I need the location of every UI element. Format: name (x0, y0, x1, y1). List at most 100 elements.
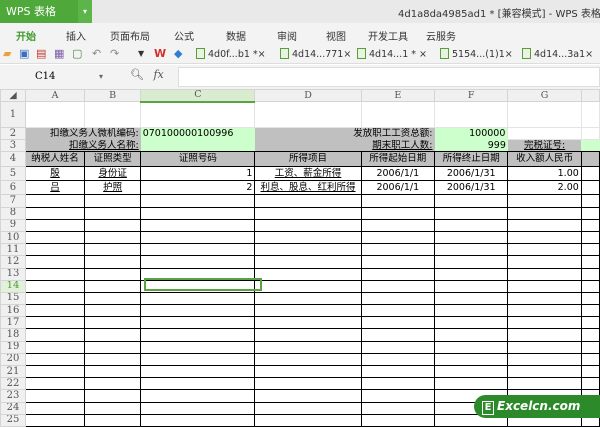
cell[interactable] (140, 340, 256, 354)
cell[interactable] (580, 126, 600, 141)
cell[interactable] (433, 316, 509, 330)
cell[interactable] (507, 218, 582, 232)
column-header-e[interactable]: E (360, 89, 436, 102)
select-all-corner[interactable]: ◢ (0, 89, 26, 102)
cell[interactable] (360, 279, 436, 293)
row-header[interactable]: 17 (0, 316, 26, 330)
cell[interactable] (433, 291, 509, 306)
cell[interactable] (24, 389, 86, 403)
chevron-down-icon[interactable]: ▾ (78, 0, 92, 23)
name-box[interactable]: C14 ▾ (0, 68, 125, 85)
row-header[interactable]: 10 (0, 230, 26, 245)
cell[interactable] (24, 218, 86, 232)
cell[interactable] (580, 364, 600, 379)
cell[interactable] (84, 401, 142, 415)
tab-review[interactable]: 审阅 (277, 28, 297, 43)
withholder-name-value[interactable] (140, 139, 255, 152)
row-header[interactable]: 8 (0, 206, 26, 220)
cell[interactable] (433, 328, 509, 342)
cell[interactable] (433, 279, 509, 293)
export-pdf-icon[interactable]: ▤ (36, 47, 46, 60)
cell[interactable] (84, 316, 142, 330)
cell[interactable] (507, 279, 582, 293)
cell[interactable] (24, 401, 86, 415)
cell[interactable] (360, 352, 436, 367)
total-wages-label[interactable]: 发放职工工资总额: (254, 127, 435, 140)
cell[interactable] (254, 194, 362, 208)
cell[interactable] (360, 401, 436, 415)
cell[interactable] (140, 304, 256, 318)
cell[interactable]: 工资、薪金所得 (254, 166, 362, 182)
cell[interactable] (254, 389, 362, 403)
cell[interactable] (433, 255, 509, 269)
cell[interactable] (84, 206, 142, 220)
cell[interactable] (84, 304, 142, 318)
row-header[interactable]: 13 (0, 267, 26, 281)
cell[interactable]: 殷 (24, 166, 86, 182)
cell[interactable] (24, 194, 86, 208)
row-header[interactable]: 22 (0, 377, 26, 391)
cell[interactable] (254, 291, 362, 306)
cell[interactable] (84, 364, 142, 379)
cell[interactable] (140, 291, 256, 306)
tab-developer[interactable]: 开发工具 (368, 28, 408, 43)
cell[interactable] (360, 243, 436, 257)
fx-icon[interactable]: fx (153, 68, 163, 81)
header-cell[interactable]: 证照号码 (140, 151, 256, 168)
header-cell[interactable] (580, 151, 600, 168)
cell[interactable]: 2006/1/1 (360, 180, 436, 196)
cell[interactable] (433, 340, 509, 354)
cell[interactable] (507, 328, 582, 342)
cell[interactable] (254, 101, 362, 128)
redo-icon[interactable]: ↷ (110, 47, 119, 60)
cell[interactable] (360, 230, 436, 245)
total-wages-value[interactable]: 100000 (434, 127, 508, 140)
cell[interactable] (24, 101, 86, 128)
cell[interactable] (84, 328, 142, 342)
cell[interactable] (254, 316, 362, 330)
row-header[interactable]: 25 (0, 413, 26, 427)
cell[interactable] (254, 377, 362, 391)
cell[interactable] (254, 340, 362, 354)
cell[interactable] (254, 243, 362, 257)
row-header[interactable]: 21 (0, 364, 26, 379)
cell[interactable] (507, 255, 582, 269)
save-icon[interactable]: ▣ (19, 47, 29, 60)
cell[interactable] (84, 377, 142, 391)
cell[interactable] (84, 230, 142, 245)
cell[interactable]: 护照 (84, 180, 142, 196)
cell[interactable] (507, 243, 582, 257)
cell[interactable]: 利息、股息、红利所得 (254, 180, 362, 196)
cell[interactable] (24, 413, 86, 427)
header-cell[interactable]: 纳税人姓名 (24, 151, 86, 168)
cell[interactable] (140, 243, 256, 257)
withholder-code-value[interactable]: 070100000100996 (140, 127, 255, 140)
cell[interactable] (360, 218, 436, 232)
cell[interactable] (433, 194, 509, 208)
row-header[interactable]: 18 (0, 328, 26, 342)
cell[interactable] (507, 101, 582, 128)
cell[interactable] (580, 243, 600, 257)
cell[interactable] (140, 389, 256, 403)
undo-icon[interactable]: ↶ (92, 47, 101, 60)
row-header[interactable]: 7 (0, 194, 26, 208)
tab-insert[interactable]: 插入 (66, 28, 86, 43)
cell[interactable] (433, 101, 509, 128)
cell[interactable] (140, 230, 256, 245)
tab-formulas[interactable]: 公式 (174, 28, 194, 43)
cell[interactable] (24, 377, 86, 391)
header-cell[interactable]: 所得终止日期 (433, 151, 509, 168)
cell[interactable] (140, 328, 256, 342)
tab-page-layout[interactable]: 页面布局 (110, 28, 150, 43)
cell[interactable]: 2 (140, 180, 256, 196)
cell[interactable] (360, 377, 436, 391)
doc-tab[interactable]: 5154...(1)1× (440, 48, 513, 60)
doc-tab[interactable]: 4d14...3a1× (522, 48, 593, 60)
cell[interactable] (507, 377, 582, 391)
doc-tab[interactable]: 4d14...771× (280, 48, 351, 60)
cube-icon[interactable]: ◆ (174, 47, 182, 60)
cell[interactable] (140, 352, 256, 367)
cell[interactable] (580, 279, 600, 293)
cell[interactable] (140, 413, 256, 427)
cell[interactable] (433, 243, 509, 257)
